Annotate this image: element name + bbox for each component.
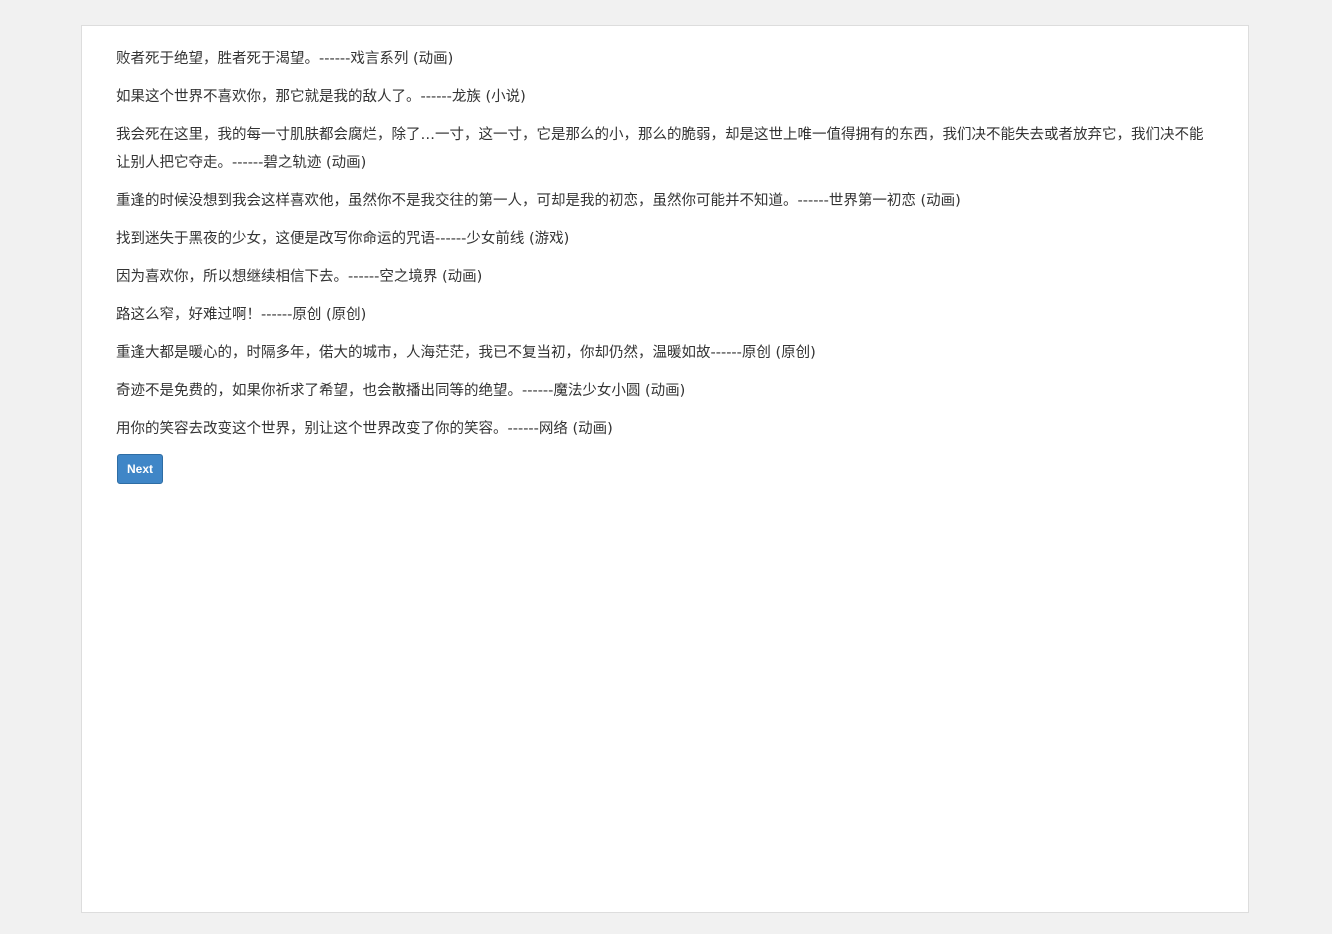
quote-item: 奇迹不是免费的，如果你祈求了希望，也会散播出同等的绝望。------魔法少女小圆… [116,383,686,399]
quote-item: 用你的笑容去改变这个世界，别让这个世界改变了你的笑容。------网络 (动画) [116,421,613,437]
quote-panel: 败者死于绝望，胜者死于渴望。------戏言系列 (动画) 如果这个世界不喜欢你… [81,25,1249,913]
quote-list: 败者死于绝望，胜者死于渴望。------戏言系列 (动画) 如果这个世界不喜欢你… [116,45,1216,453]
quote-item: 重逢的时候没想到我会这样喜欢他，虽然你不是我交往的第一人，可却是我的初恋，虽然你… [116,193,961,209]
quote-item: 我会死在这里，我的每一寸肌肤都会腐烂，除了…一寸，这一寸，它是那么的小，那么的脆… [116,127,1204,171]
next-button[interactable]: Next [117,454,163,484]
quote-item: 因为喜欢你，所以想继续相信下去。------空之境界 (动画) [116,269,483,285]
quote-item: 重逢大都是暖心的，时隔多年，偌大的城市，人海茫茫，我已不复当初，你却仍然，温暖如… [116,345,816,361]
quote-item: 找到迷失于黑夜的少女，这便是改写你命运的咒语------少女前线 (游戏) [116,231,570,247]
quote-item: 败者死于绝望，胜者死于渴望。------戏言系列 (动画) [116,51,454,67]
quote-item: 路这么窄，好难过啊！------原创 (原创) [116,307,367,323]
quote-item: 如果这个世界不喜欢你，那它就是我的敌人了。------龙族 (小说) [116,89,526,105]
